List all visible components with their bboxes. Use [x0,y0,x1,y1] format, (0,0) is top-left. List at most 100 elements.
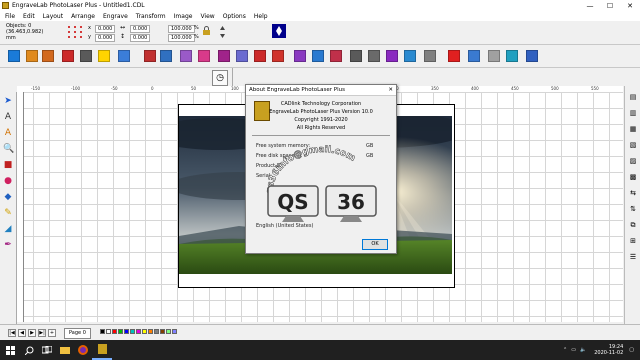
shape-tool-icon[interactable]: A [3,112,13,122]
transform-icon[interactable] [404,50,416,62]
clock-icon[interactable]: ◷ [212,70,228,86]
swatch-lightblue[interactable] [172,329,177,334]
order-icon[interactable] [330,50,342,62]
fill-tool-icon[interactable]: ◢ [3,224,13,234]
zoom-in-icon[interactable] [180,50,192,62]
rectangle-tool-icon[interactable]: ■ [3,160,13,170]
pointer-icon[interactable] [488,50,500,62]
clock[interactable]: 19:24 2020-11-02 [594,344,623,356]
cut-icon[interactable] [118,50,130,62]
search-icon[interactable] [20,340,38,360]
text-tool-icon[interactable]: A [3,128,13,138]
swatch-black[interactable] [100,329,105,334]
menu-options[interactable]: Options [218,13,249,20]
menu-transform[interactable]: Transform [131,13,169,20]
distribute-v-icon[interactable]: ⇅ [628,204,638,214]
swatch-brown[interactable] [160,329,165,334]
height-field[interactable]: 0.000 [130,34,151,42]
open-file-icon[interactable] [26,50,38,62]
mirror-v-icon[interactable] [368,50,380,62]
scale-y-field[interactable]: 100.000 [168,34,195,42]
save-icon[interactable] [42,50,54,62]
pencil-tool-icon[interactable]: ✎ [3,208,13,218]
ungroup-icon[interactable] [236,50,248,62]
node-edit-icon[interactable] [424,50,436,62]
swatch-white[interactable] [106,329,111,334]
width-field[interactable]: 0.000 [130,25,151,33]
tray-chevron-icon[interactable]: ⌃ [563,347,567,353]
align-right-icon[interactable]: ▦ [628,124,638,134]
zoom-out-icon[interactable] [198,50,210,62]
lock-ratio-icon[interactable] [202,26,211,35]
volume-icon[interactable]: 🔈 [580,347,586,353]
align-top-icon[interactable]: ▧ [628,140,638,150]
next-page-button[interactable]: ▶ [28,329,36,337]
align-middle-icon[interactable]: ▨ [628,156,638,166]
menu-help[interactable]: Help [249,13,271,20]
swatch-cyan[interactable] [130,329,135,334]
redo-icon[interactable] [160,50,172,62]
group-icon[interactable] [218,50,230,62]
swatch-orange[interactable] [148,329,153,334]
menu-file[interactable]: File [0,13,18,20]
windows-start-icon[interactable] [0,340,20,360]
engravelab-taskbar-icon[interactable] [92,340,112,360]
swatch-yellow[interactable] [142,329,147,334]
file-explorer-icon[interactable] [56,340,74,360]
settings-icon[interactable] [526,50,538,62]
menu-layout[interactable]: Layout [38,13,66,20]
scale-x-field[interactable]: 100.000 [168,25,195,33]
angle-spin-icon[interactable] [218,24,227,40]
about-close-button[interactable]: ✕ [388,87,393,93]
task-view-icon[interactable] [38,340,56,360]
close-button[interactable]: ✕ [620,0,640,11]
distribute-h-icon[interactable]: ⇆ [628,188,638,198]
swatch-green[interactable] [118,329,123,334]
export-icon[interactable] [98,50,110,62]
minimize-button[interactable]: — [580,0,600,11]
ok-button[interactable]: OK [362,239,388,250]
spacing-icon[interactable]: ☰ [628,252,638,262]
color-swatch-icon[interactable] [272,24,286,38]
weld-icon[interactable] [254,50,266,62]
break-apart-icon[interactable] [272,50,284,62]
new-file-icon[interactable] [8,50,20,62]
firefox-icon[interactable] [74,340,92,360]
network-icon[interactable]: ▭ [571,347,576,353]
polygon-tool-icon[interactable]: ◆ [3,192,13,202]
cut-output-icon[interactable] [506,50,518,62]
x-field[interactable]: 0.000 [95,25,116,33]
maximize-button[interactable]: ☐ [600,0,620,11]
swatch-magenta[interactable] [136,329,141,334]
swatch-red[interactable] [112,329,117,334]
notification-icon[interactable]: ▢ [629,347,634,353]
menu-edit[interactable]: Edit [18,13,38,20]
menu-engrave[interactable]: Engrave [98,13,131,20]
anchor-grid-icon[interactable] [66,24,86,40]
page-tab[interactable]: Page 0 [64,328,91,339]
distribute-icon[interactable] [312,50,324,62]
menu-view[interactable]: View [195,13,217,20]
size-match-icon[interactable]: ⧉ [628,220,638,230]
align-left-icon[interactable]: ▤ [628,92,638,102]
menu-arrange[interactable]: Arrange [66,13,98,20]
align-icon[interactable] [294,50,306,62]
swatch-gray[interactable] [154,329,159,334]
zoom-tool-icon[interactable]: 🔍 [3,144,14,154]
swatch-lightgreen[interactable] [166,329,171,334]
select-arrow-icon[interactable]: ➤ [3,96,13,106]
align-center-icon[interactable]: ▥ [628,108,638,118]
mirror-h-icon[interactable] [350,50,362,62]
center-page-icon[interactable]: ⊞ [628,236,638,246]
engrave-icon[interactable] [468,50,480,62]
print-icon[interactable] [62,50,74,62]
delete-icon[interactable] [448,50,460,62]
undo-icon[interactable] [144,50,156,62]
menu-image[interactable]: Image [169,13,196,20]
prev-page-button[interactable]: ◀ [18,329,26,337]
ellipse-tool-icon[interactable]: ● [3,176,13,186]
add-page-button[interactable]: + [48,329,56,337]
pen-tool-icon[interactable]: ✒ [3,240,13,250]
first-page-button[interactable]: |◀ [8,329,16,337]
scan-icon[interactable] [80,50,92,62]
